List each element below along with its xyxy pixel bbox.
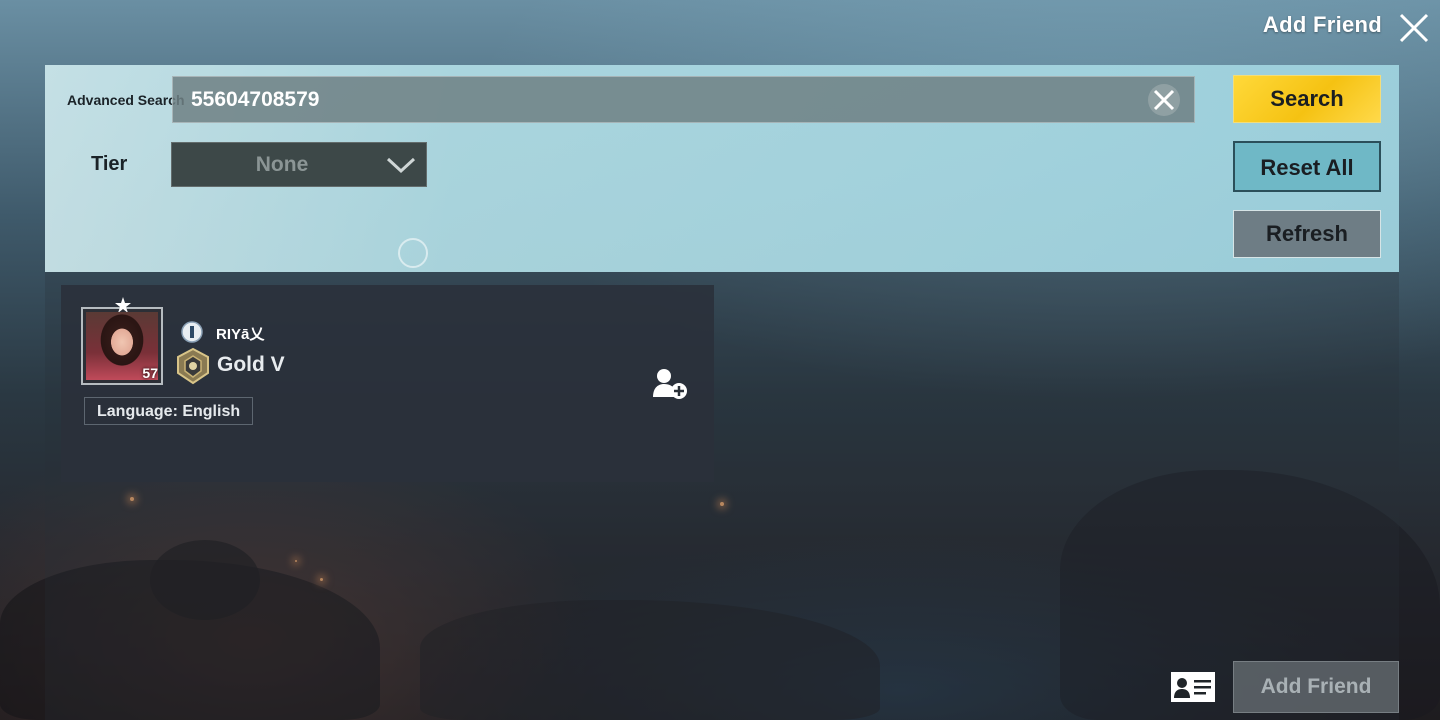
loading-ring-icon — [398, 238, 428, 268]
player-level: 57 — [142, 365, 158, 381]
player-result-card[interactable]: 57 RIYā乂 Gold V Language: English — [61, 285, 714, 482]
clear-x-icon — [1153, 89, 1175, 111]
reset-all-button[interactable]: Reset All — [1233, 141, 1381, 192]
add-friend-button[interactable]: Add Friend — [1233, 661, 1399, 713]
gold-tier-icon — [177, 347, 209, 385]
clear-search-button[interactable] — [1148, 84, 1180, 116]
search-button[interactable]: Search — [1233, 75, 1381, 123]
avatar-frame[interactable]: 57 — [81, 297, 163, 385]
player-tier: Gold V — [217, 353, 285, 376]
search-input[interactable] — [173, 77, 1133, 122]
page-title: Add Friend — [1262, 12, 1382, 37]
search-panel: Advanced Search Tier None Search Reset A… — [45, 65, 1399, 272]
language-tag: Language: English — [84, 397, 254, 425]
close-button[interactable] — [1396, 10, 1432, 46]
add-user-icon[interactable] — [651, 367, 691, 401]
refresh-button[interactable]: Refresh — [1233, 210, 1381, 258]
advanced-search-label: Advanced Search — [67, 92, 185, 108]
tier-dropdown[interactable]: None — [171, 142, 427, 187]
tier-label: Tier — [91, 153, 128, 175]
player-name: RIYā乂 — [216, 326, 265, 343]
id-card-icon[interactable] — [1170, 671, 1216, 703]
player-badge-icon — [181, 321, 203, 343]
chevron-down-icon — [386, 157, 416, 174]
add-friend-screen: Add Friend Advanced Search Tier None Se — [0, 0, 1440, 720]
search-field[interactable] — [172, 76, 1195, 123]
tier-selected-value: None — [255, 153, 309, 176]
close-icon — [1399, 13, 1429, 43]
